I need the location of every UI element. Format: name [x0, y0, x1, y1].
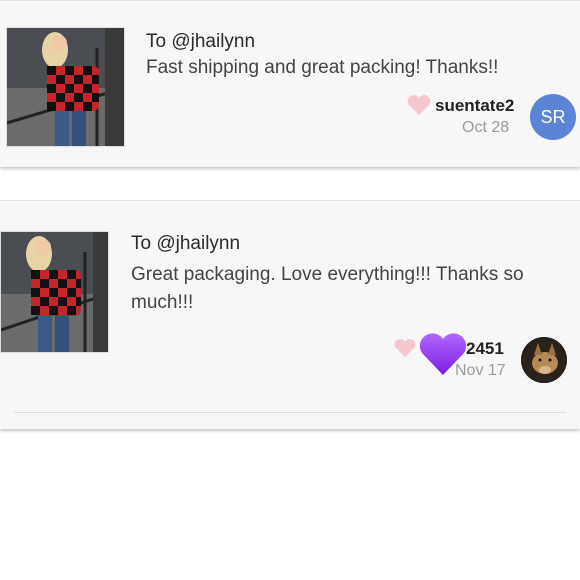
heart-icon[interactable]	[406, 94, 432, 116]
review-card: To @jhailynn Great packaging. Love every…	[0, 200, 580, 429]
username[interactable]: 2451	[466, 339, 504, 359]
avatar[interactable]: SR	[530, 94, 576, 140]
review-card: To @jhailynn Fast shipping and great pac…	[0, 0, 580, 167]
avatar[interactable]	[521, 337, 567, 383]
listing-thumbnail[interactable]	[0, 231, 109, 353]
comment-text: Fast shipping and great packing! Thanks!…	[146, 57, 499, 78]
dog-photo-icon	[521, 337, 567, 383]
heart-icon[interactable]	[393, 338, 417, 358]
comment-date: Oct 28	[462, 119, 510, 136]
username[interactable]: suentate2	[435, 96, 514, 116]
purple-heart-icon	[419, 333, 467, 375]
listing-thumbnail[interactable]	[6, 27, 125, 147]
recipient-label: To @jhailynn	[131, 233, 241, 254]
divider	[14, 412, 566, 413]
recipient-label: To @jhailynn	[146, 31, 256, 52]
avatar-initials: SR	[540, 106, 566, 127]
comment-text: Great packaging. Love everything!!! Than…	[131, 264, 524, 313]
